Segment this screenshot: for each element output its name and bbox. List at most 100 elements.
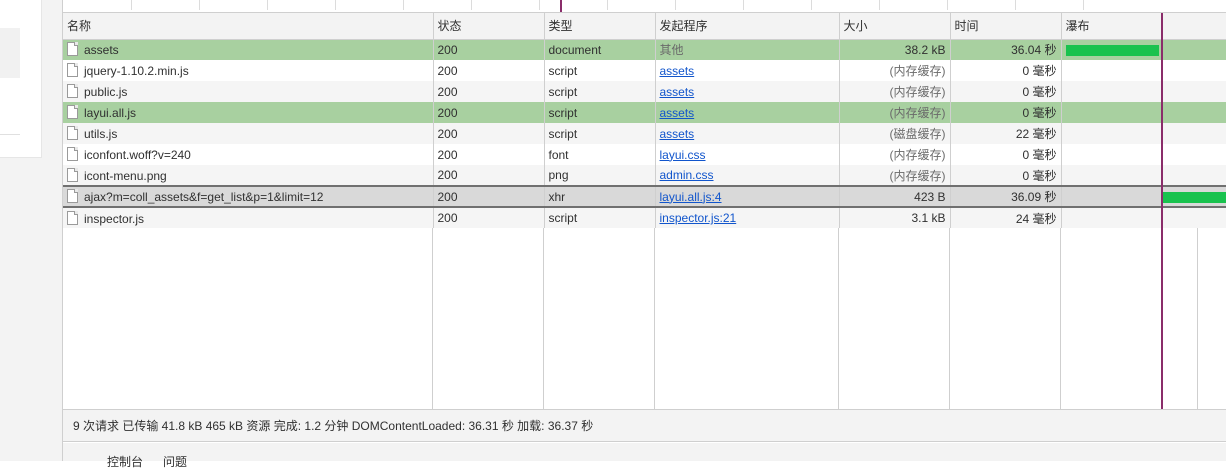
grid-divider <box>543 228 544 409</box>
initiator-cell: assets <box>655 123 840 144</box>
column-size-header[interactable]: 大小 <box>839 13 951 40</box>
request-name-cell[interactable]: jquery-1.10.2.min.js <box>63 60 434 81</box>
overview-tick <box>199 0 200 10</box>
time-cell: 36.09 秒 <box>950 185 1062 208</box>
status-cell: 200 <box>433 165 545 186</box>
initiator-cell: 其他 <box>655 39 840 60</box>
initiator-link[interactable]: admin.css <box>660 168 714 182</box>
status-cell: 200 <box>433 207 545 228</box>
type-cell: script <box>544 81 656 102</box>
table-row[interactable]: icont-menu.png 200 png admin.css (内存缓存) 0 毫秒 <box>63 165 1226 186</box>
overview-tick <box>471 0 472 10</box>
initiator-link[interactable]: layui.css <box>660 148 706 162</box>
request-name-cell[interactable]: icont-menu.png <box>63 165 434 186</box>
status-cell: 200 <box>433 60 545 81</box>
waterfall-cell <box>1061 165 1226 186</box>
table-row[interactable]: layui.all.js 200 script assets (内存缓存) 0 毫秒 <box>63 102 1226 123</box>
waterfall-cell <box>1061 102 1226 123</box>
load-marker <box>560 0 562 12</box>
type-cell: script <box>544 123 656 144</box>
request-name-cell[interactable]: public.js <box>63 81 434 102</box>
overview-tick <box>131 0 132 10</box>
overview-tick <box>1015 0 1016 10</box>
waterfall-bar <box>1065 44 1160 56</box>
size-cell: 423 B <box>839 185 951 208</box>
column-initiator-header[interactable]: 发起程序 <box>655 13 840 40</box>
request-name-cell[interactable]: assets <box>63 39 434 60</box>
status-cell: 200 <box>433 81 545 102</box>
initiator-link[interactable]: assets <box>660 106 695 120</box>
overview-tick <box>811 0 812 10</box>
request-name: ajax?m=coll_assets&f=get_list&p=1&limit=… <box>84 190 324 204</box>
request-name-cell[interactable]: layui.all.js <box>63 102 434 123</box>
grid-divider <box>1197 228 1198 409</box>
table-row[interactable]: public.js 200 script assets (内存缓存) 0 毫秒 <box>63 81 1226 102</box>
overview-tick <box>403 0 404 10</box>
page-divider <box>0 134 20 135</box>
initiator-link[interactable]: assets <box>660 127 695 141</box>
request-name: assets <box>84 43 119 58</box>
time-cell: 0 毫秒 <box>950 102 1062 123</box>
column-time-header[interactable]: 时间 <box>950 13 1062 40</box>
grid-divider <box>1060 228 1061 409</box>
status-cell: 200 <box>433 39 545 60</box>
initiator-cell: layui.css <box>655 144 840 165</box>
table-row[interactable]: inspector.js 200 script inspector.js:21 3.1 … <box>63 207 1226 228</box>
size-cell: (内存缓存) <box>839 144 951 165</box>
size-cell: (内存缓存) <box>839 60 951 81</box>
empty-grid <box>63 228 1226 409</box>
timeline-overview[interactable] <box>63 0 1226 13</box>
initiator-cell: layui.all.js:4 <box>655 185 840 208</box>
request-name-cell[interactable]: iconfont.woff?v=240 <box>63 144 434 165</box>
waterfall-cell <box>1061 81 1226 102</box>
waterfall-cell <box>1061 39 1226 60</box>
status-cell: 200 <box>433 102 545 123</box>
request-name: public.js <box>84 85 128 99</box>
initiator-link[interactable]: assets <box>660 64 695 78</box>
grid-divider <box>432 228 433 409</box>
request-name: jquery-1.10.2.min.js <box>84 64 189 78</box>
time-cell: 22 毫秒 <box>950 123 1062 144</box>
time-cell: 0 毫秒 <box>950 144 1062 165</box>
request-name-cell[interactable]: inspector.js <box>63 207 434 228</box>
table-row[interactable]: utils.js 200 script assets (磁盘缓存) 22 毫秒 <box>63 123 1226 144</box>
table-row[interactable]: ajax?m=coll_assets&f=get_list&p=1&limit=… <box>63 185 1226 208</box>
grid-divider <box>654 228 655 409</box>
column-status-header[interactable]: 状态 <box>433 13 545 40</box>
initiator-link[interactable]: inspector.js:21 <box>660 211 737 225</box>
initiator-cell: assets <box>655 81 840 102</box>
grid-divider <box>949 228 950 409</box>
size-cell: (磁盘缓存) <box>839 123 951 144</box>
grid-divider <box>838 228 839 409</box>
size-cell: (内存缓存) <box>839 102 951 123</box>
size-cell: (内存缓存) <box>839 81 951 102</box>
network-panel: 名称 状态 类型 发起程序 大小 时间 瀑布 assets 200 document… <box>62 0 1226 469</box>
column-type-header[interactable]: 类型 <box>544 13 656 40</box>
column-waterfall-header[interactable]: 瀑布 <box>1061 13 1226 40</box>
request-name: utils.js <box>84 127 118 141</box>
size-cell: (内存缓存) <box>839 165 951 186</box>
table-row[interactable]: jquery-1.10.2.min.js 200 script assets (内存缓存… <box>63 60 1226 81</box>
initiator-link[interactable]: assets <box>660 85 695 99</box>
tab-issues[interactable]: 问题 <box>163 453 187 470</box>
time-cell: 0 毫秒 <box>950 81 1062 102</box>
dom-loaded-line <box>1161 13 1163 409</box>
file-icon <box>67 189 78 203</box>
time-cell: 36.04 秒 <box>950 39 1062 60</box>
request-name-cell[interactable]: utils.js <box>63 123 434 144</box>
overview-tick <box>335 0 336 10</box>
table-row[interactable]: iconfont.woff?v=240 200 font layui.css (内存缓存… <box>63 144 1226 165</box>
tab-console[interactable]: 控制台 <box>107 453 143 470</box>
column-name-header[interactable]: 名称 <box>63 13 434 40</box>
request-name: icont-menu.png <box>84 168 167 183</box>
request-name-cell[interactable]: ajax?m=coll_assets&f=get_list&p=1&limit=… <box>63 185 434 208</box>
page-band <box>0 28 20 78</box>
size-cell: 38.2 kB <box>839 39 951 60</box>
file-icon <box>67 84 78 98</box>
table-row[interactable]: assets 200 document 其他 38.2 kB 36.04 秒 <box>63 39 1226 60</box>
status-cell: 200 <box>433 123 545 144</box>
initiator-link[interactable]: layui.all.js:4 <box>660 190 722 204</box>
waterfall-cell <box>1061 144 1226 165</box>
table-header: 名称 状态 类型 发起程序 大小 时间 瀑布 <box>63 13 1226 40</box>
file-icon <box>67 105 78 119</box>
